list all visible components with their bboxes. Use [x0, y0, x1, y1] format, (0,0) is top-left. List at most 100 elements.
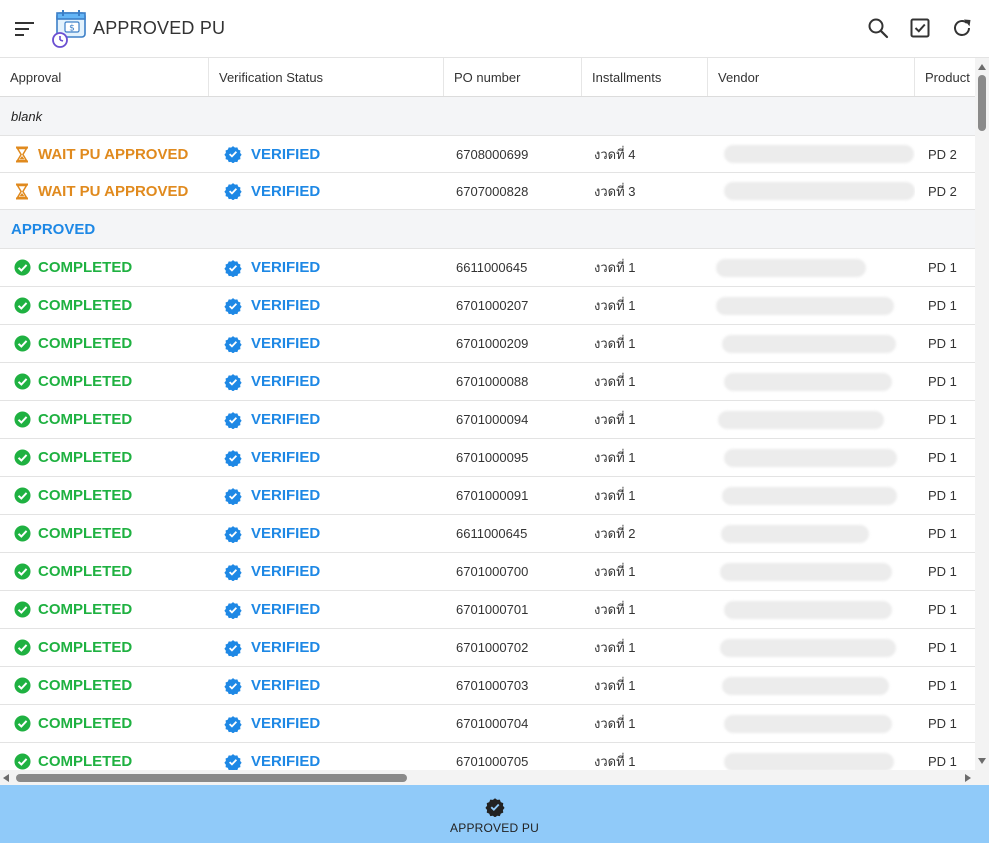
verification-cell: VERIFIED: [209, 136, 444, 172]
check-circle-icon: [13, 487, 31, 505]
approval-cell: COMPLETED: [0, 629, 209, 666]
product-cell: PD 2: [928, 146, 957, 162]
approval-status-text: COMPLETED: [38, 563, 133, 580]
approval-status-text: WAIT PU APPROVED: [38, 182, 189, 200]
table-header: Approval Verification Status PO number I…: [0, 58, 975, 97]
verification-cell: VERIFIED: [209, 287, 444, 324]
scroll-up-arrow-icon[interactable]: [978, 64, 986, 70]
approval-status-text: WAIT PU APPROVED: [38, 145, 189, 163]
column-header-approval[interactable]: Approval: [0, 58, 209, 96]
approval-status: COMPLETED: [13, 601, 132, 619]
verification-status-text: VERIFIED: [251, 259, 321, 276]
column-header-product[interactable]: Product: [915, 58, 975, 96]
vendor-redacted-blur: [724, 182, 915, 200]
table-row[interactable]: COMPLETED VERIFIED 6701000703 งวดที่ 1 PD 1: [0, 667, 975, 705]
po-number-cell: 6701000088: [456, 374, 529, 389]
vendor-cell: [708, 477, 915, 514]
approval-status: COMPLETED: [13, 753, 133, 770]
verification-status: VERIFIED: [224, 182, 320, 200]
installment-cell: งวดที่ 3: [594, 183, 636, 199]
vendor-cell: [708, 136, 915, 172]
verification-status-text: VERIFIED: [251, 601, 321, 618]
table-row[interactable]: COMPLETED VERIFIED 6701000094 งวดที่ 1 PD 1: [0, 401, 975, 439]
scroll-right-arrow-icon[interactable]: [965, 774, 971, 782]
verified-badge-icon: [224, 182, 242, 200]
check-circle-icon: [13, 601, 31, 619]
approval-cell: WAIT PU APPROVED: [0, 136, 209, 172]
table-row[interactable]: WAIT PU APPROVED VERIFIED 6707000828 งวดที่…: [0, 173, 975, 210]
column-header-verification-status[interactable]: Verification Status: [209, 58, 444, 96]
verification-cell: VERIFIED: [209, 401, 444, 438]
search-icon[interactable]: [865, 15, 891, 41]
installment-cell: งวดที่ 1: [594, 412, 636, 427]
table-row[interactable]: COMPLETED VERIFIED 6701000088 งวดที่ 1 PD 1: [0, 363, 975, 401]
approval-status: COMPLETED: [13, 525, 132, 543]
refresh-icon[interactable]: [949, 15, 975, 41]
verified-badge-icon: [224, 525, 242, 543]
product-cell: PD 1: [928, 450, 957, 465]
column-header-installments[interactable]: Installments: [582, 58, 708, 96]
verification-status: VERIFIED: [224, 639, 320, 657]
check-circle-icon: [13, 449, 31, 467]
group-header[interactable]: blank: [0, 97, 975, 136]
table-row[interactable]: COMPLETED VERIFIED 6611000645 งวดที่ 1 PD 1: [0, 249, 975, 287]
horizontal-scrollbar[interactable]: [0, 770, 975, 785]
approval-status-text: COMPLETED: [38, 373, 133, 390]
check-circle-icon: [13, 373, 31, 391]
vendor-cell: [708, 439, 915, 476]
check-circle-icon: [13, 639, 31, 657]
vendor-redacted-blur: [724, 752, 894, 770]
top-app-bar: $ APPROVED PU: [0, 0, 989, 58]
approval-status: COMPLETED: [13, 639, 132, 657]
approval-status-text: COMPLETED: [38, 753, 133, 770]
verification-status: VERIFIED: [224, 335, 320, 353]
vendor-cell: [708, 325, 915, 362]
hourglass-icon: [13, 145, 31, 163]
sort-menu-icon[interactable]: [13, 17, 37, 41]
group-header[interactable]: APPROVED: [0, 210, 975, 249]
table-row[interactable]: COMPLETED VERIFIED 6701000700 งวดที่ 1 PD 1: [0, 553, 975, 591]
verified-badge-icon: [484, 797, 505, 818]
table-row[interactable]: COMPLETED VERIFIED 6701000705 งวดที่ 1 PD 1: [0, 743, 975, 770]
checkbox-icon[interactable]: [907, 15, 933, 41]
approval-status: COMPLETED: [13, 259, 132, 277]
vertical-scrollbar[interactable]: [975, 58, 989, 770]
table-row[interactable]: COMPLETED VERIFIED 6701000701 งวดที่ 1 PD 1: [0, 591, 975, 629]
table-row[interactable]: COMPLETED VERIFIED 6701000207 งวดที่ 1 PD 1: [0, 287, 975, 325]
verification-cell: VERIFIED: [209, 439, 444, 476]
approval-cell: COMPLETED: [0, 363, 209, 400]
table-row[interactable]: COMPLETED VERIFIED 6701000704 งวดที่ 1 PD 1: [0, 705, 975, 743]
approval-cell: COMPLETED: [0, 705, 209, 742]
verified-badge-icon: [224, 373, 242, 391]
verified-badge-icon: [224, 259, 242, 277]
table-row[interactable]: COMPLETED VERIFIED 6701000091 งวดที่ 1 PD 1: [0, 477, 975, 515]
po-number-cell: 6701000207: [456, 298, 529, 313]
bottom-nav-approved-pu[interactable]: APPROVED PU: [0, 785, 989, 843]
approval-status-text: COMPLETED: [38, 411, 133, 428]
horizontal-scroll-thumb[interactable]: [16, 774, 407, 782]
verification-status-text: VERIFIED: [251, 145, 321, 163]
column-header-vendor[interactable]: Vendor: [708, 58, 915, 96]
table-row[interactable]: COMPLETED VERIFIED 6701000209 งวดที่ 1 PD 1: [0, 325, 975, 363]
table-row[interactable]: COMPLETED VERIFIED 6701000095 งวดที่ 1 PD 1: [0, 439, 975, 477]
approval-status-text: COMPLETED: [38, 601, 133, 618]
vendor-cell: [708, 249, 915, 286]
vertical-scroll-thumb[interactable]: [978, 75, 986, 131]
column-header-po-number[interactable]: PO number: [444, 58, 582, 96]
table-row[interactable]: COMPLETED VERIFIED 6611000645 งวดที่ 2 PD 1: [0, 515, 975, 553]
product-cell: PD 1: [928, 564, 957, 579]
verification-status: VERIFIED: [224, 297, 320, 315]
approval-status-text: COMPLETED: [38, 297, 133, 314]
hourglass-icon: [13, 182, 31, 200]
verified-badge-icon: [224, 297, 242, 315]
scroll-left-arrow-icon[interactable]: [3, 774, 9, 782]
verification-status-text: VERIFIED: [251, 411, 321, 428]
approval-status: COMPLETED: [13, 411, 132, 429]
table-row[interactable]: WAIT PU APPROVED VERIFIED 6708000699 งวดที่…: [0, 136, 975, 173]
vendor-cell: [708, 553, 915, 590]
approval-status: COMPLETED: [13, 335, 132, 353]
table-row[interactable]: COMPLETED VERIFIED 6701000702 งวดที่ 1 PD 1: [0, 629, 975, 667]
vendor-redacted-blur: [722, 486, 897, 505]
scroll-down-arrow-icon[interactable]: [978, 758, 986, 764]
po-number-cell: 6701000705: [456, 754, 529, 769]
